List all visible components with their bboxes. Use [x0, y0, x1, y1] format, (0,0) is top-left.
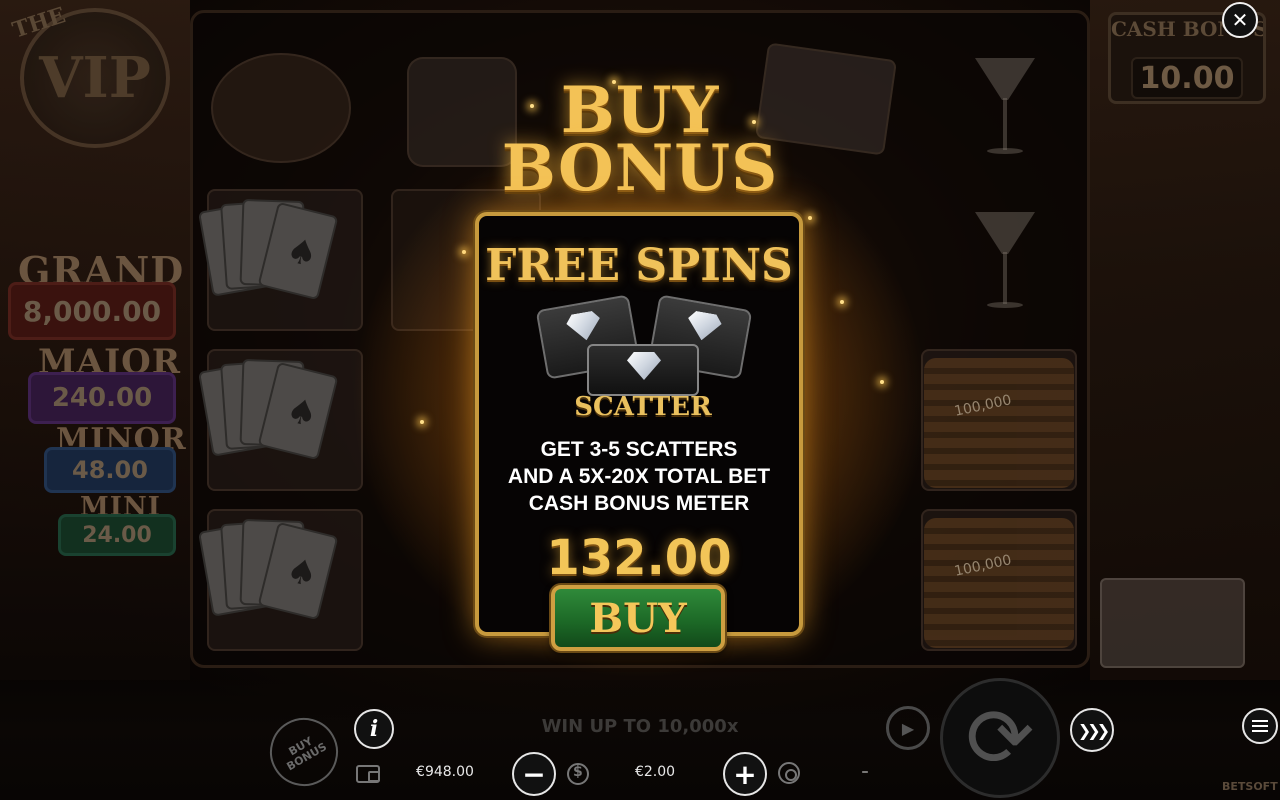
jackpot-minor-value: 48.00	[44, 447, 176, 493]
provider-logo: BETSOFT	[1222, 780, 1278, 793]
spin-icon: ⟳	[965, 690, 1035, 786]
sparkle	[840, 300, 844, 304]
free-spins-title: FREE SPINS	[485, 240, 793, 291]
win-value: –	[861, 764, 869, 780]
buy-button[interactable]: BUY	[551, 585, 725, 651]
chips-value-text: 100,000	[952, 392, 1013, 420]
increase-bet-button[interactable]: +	[723, 752, 767, 796]
buy-bonus-title-line2: BONUS	[501, 131, 779, 206]
sparkle	[420, 420, 424, 424]
description-line: GET 3-5 SCATTERS	[540, 438, 738, 461]
martini-symbol	[975, 58, 1035, 168]
buy-bonus-title: BUY BONUS	[440, 79, 840, 206]
description-line: AND A 5X-20X TOTAL BET	[507, 465, 771, 488]
diamond-icon	[627, 352, 661, 380]
feature-description: GET 3-5 SCATTERS AND A 5X-20X TOTAL BET …	[479, 436, 799, 517]
chips-stack-symbol: 100,000	[924, 358, 1074, 488]
close-button[interactable]: ✕	[1222, 2, 1258, 38]
info-icon: i	[369, 716, 379, 742]
roulette-symbol	[211, 53, 351, 163]
scatter-symbol: SCATTER	[535, 288, 753, 422]
plus-icon: +	[733, 757, 757, 791]
bet-value: €2.00	[634, 764, 676, 780]
jackpot-grand-value: 8,000.00	[8, 282, 176, 340]
logo-vip-text: VIP	[39, 45, 151, 111]
martini-symbol	[975, 212, 1035, 322]
chips-stack-symbol: 100,000	[924, 518, 1074, 648]
autoplay-icon: ▶	[901, 718, 915, 738]
sparkle	[808, 216, 812, 220]
turbo-button[interactable]: ❯❯❯	[1070, 708, 1114, 752]
scatter-box	[587, 344, 699, 396]
briefcase-symbol	[1100, 578, 1245, 668]
spin-button[interactable]: ⟳	[940, 678, 1060, 798]
win-up-to-text: WIN UP TO 10,000x	[541, 716, 739, 737]
wallet-icon	[356, 765, 380, 783]
coins-icon	[567, 763, 589, 785]
balance-value: €948.00	[416, 764, 474, 780]
autoplay-button[interactable]: ▶	[886, 706, 930, 750]
diamond-icon	[685, 310, 723, 343]
chips-value-text: 100,000	[952, 552, 1013, 580]
minus-icon: −	[522, 757, 546, 791]
jackpot-major-value: 240.00	[28, 372, 176, 424]
cash-bonus-value: 10.00	[1131, 57, 1243, 99]
close-icon: ✕	[1231, 8, 1249, 32]
scatter-label: SCATTER	[574, 392, 712, 422]
turbo-icon: ❯❯❯	[1077, 720, 1110, 740]
medal-icon	[778, 762, 800, 784]
menu-button[interactable]	[1242, 708, 1278, 744]
description-line: CASH BONUS METER	[528, 492, 750, 515]
decrease-bet-button[interactable]: −	[512, 752, 556, 796]
sparkle	[880, 380, 884, 384]
jackpot-mini-value: 24.00	[58, 514, 176, 556]
bonus-price: 132.00	[546, 530, 732, 586]
info-button[interactable]: i	[354, 709, 394, 749]
sparkle	[462, 250, 466, 254]
diamond-icon	[565, 310, 603, 343]
menu-icon	[1252, 720, 1268, 732]
free-spins-card: FREE SPINS SCATTER GET 3-5 SCATTERS AND …	[475, 212, 803, 636]
